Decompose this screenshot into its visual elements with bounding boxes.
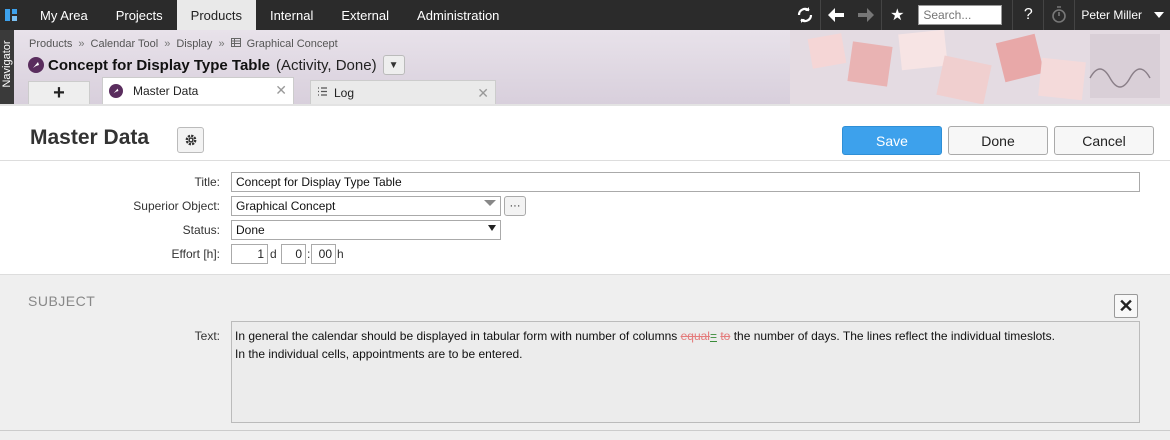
add-tab-button[interactable]: +	[28, 81, 90, 104]
nav-tab-external[interactable]: External	[327, 0, 403, 30]
top-navigation-bar: My Area Projects Products Internal Exter…	[0, 0, 1170, 30]
table-icon	[230, 38, 241, 50]
stopwatch-icon[interactable]	[1044, 0, 1074, 30]
save-button[interactable]: Save	[842, 126, 942, 155]
subject-text-editor[interactable]: In general the calendar should be displa…	[231, 321, 1140, 423]
object-header: Products » Calendar Tool » Display » Gra…	[14, 30, 1170, 104]
chevron-down-icon[interactable]	[484, 199, 496, 210]
breadcrumb-separator: »	[164, 38, 171, 50]
close-subject-button[interactable]: ✕	[1114, 294, 1138, 318]
app-logo-icon[interactable]	[4, 8, 18, 22]
chevron-down-icon[interactable]	[488, 223, 496, 234]
help-button[interactable]: ?	[1013, 0, 1043, 30]
superior-object-browse-button[interactable]: ···	[504, 196, 526, 216]
nav-tab-projects[interactable]: Projects	[102, 0, 177, 30]
navigator-toggle[interactable]: Navigator	[0, 30, 14, 104]
user-name[interactable]: Peter Miller	[1075, 8, 1148, 22]
refresh-icon[interactable]	[790, 0, 820, 30]
tab-master-data[interactable]: Master Data ✕	[102, 77, 294, 104]
back-arrow-icon[interactable]	[821, 0, 851, 30]
section-divider	[0, 274, 1170, 275]
header-divider	[0, 104, 1170, 106]
header-decorative-image	[790, 30, 1170, 104]
status-value: Done	[236, 223, 265, 237]
close-tab-icon[interactable]: ✕	[477, 85, 489, 102]
effort-hours-unit: h	[337, 247, 344, 261]
favorites-star-icon[interactable]: ★	[882, 0, 912, 30]
title-row: Concept for Display Type Table (Activity…	[28, 55, 405, 75]
forward-arrow-icon[interactable]	[851, 0, 881, 30]
effort-days-input[interactable]: 1	[231, 244, 268, 264]
close-tab-icon[interactable]: ✕	[275, 82, 287, 99]
page-title: Concept for Display Type Table	[48, 56, 270, 74]
breadcrumb-separator: »	[78, 38, 85, 50]
section-title: Master Data	[30, 126, 150, 149]
text-label: Text:	[194, 329, 220, 343]
tab-master-data-label: Master Data	[133, 84, 199, 98]
user-menu-chevron-icon[interactable]	[1148, 0, 1170, 30]
breadcrumb-graphical-concept[interactable]: Graphical Concept	[247, 38, 338, 50]
status-label: Status:	[182, 223, 220, 237]
subject-text-line1-start: In general the calendar should be displa…	[235, 329, 681, 343]
subject-text-line2: In the individual cells, appointments ar…	[235, 347, 523, 361]
inserted-text: =	[709, 329, 717, 343]
page-subtitle: (Activity, Done)	[275, 56, 377, 74]
nav-tab-internal[interactable]: Internal	[256, 0, 327, 30]
superior-object-value: Graphical Concept	[236, 199, 336, 213]
effort-label: Effort [h]:	[171, 247, 220, 261]
breadcrumb-display[interactable]: Display	[176, 38, 212, 50]
effort-colon: :	[307, 247, 311, 261]
status-select[interactable]: Done	[231, 220, 501, 240]
effort-hours-input[interactable]: 0	[281, 244, 306, 264]
breadcrumb-calendar-tool[interactable]: Calendar Tool	[91, 38, 159, 50]
activity-icon	[109, 84, 123, 98]
tab-log[interactable]: Log ✕	[310, 80, 496, 104]
deleted-text: to	[720, 329, 731, 343]
breadcrumb-separator: »	[218, 38, 225, 50]
title-menu-chevron-icon[interactable]: ▼	[382, 55, 405, 75]
search-input[interactable]	[918, 5, 1003, 25]
tab-log-label: Log	[334, 85, 355, 100]
document-tabs: + Master Data ✕ Log ✕	[28, 77, 496, 104]
nav-tab-products[interactable]: Products	[176, 0, 256, 30]
list-icon	[317, 85, 328, 100]
title-field[interactable]: Concept for Display Type Table	[231, 172, 1140, 192]
footer-divider	[0, 430, 1170, 431]
activity-icon	[28, 57, 44, 73]
subject-text-line1-end: the number of days. The lines reflect th…	[733, 329, 1055, 343]
effort-minutes-input[interactable]: 00	[311, 244, 336, 264]
effort-days-unit: d	[270, 247, 277, 261]
title-label: Title:	[194, 175, 220, 189]
cancel-button[interactable]: Cancel	[1054, 126, 1154, 155]
deleted-text: equal	[680, 329, 710, 343]
superior-object-field[interactable]: Graphical Concept	[231, 196, 501, 216]
done-button[interactable]: Done	[948, 126, 1048, 155]
breadcrumb: Products » Calendar Tool » Display » Gra…	[29, 38, 338, 50]
superior-object-label: Superior Object:	[133, 199, 220, 213]
settings-gear-icon[interactable]	[177, 127, 204, 153]
nav-tab-administration[interactable]: Administration	[403, 0, 513, 30]
navigator-label: Navigator	[1, 40, 13, 88]
topbar-tools: ★ ? Peter Miller	[790, 0, 1170, 30]
breadcrumb-products[interactable]: Products	[29, 38, 72, 50]
subject-title: SUBJECT	[28, 293, 96, 309]
section-divider	[0, 160, 1170, 161]
nav-tab-my-area[interactable]: My Area	[26, 0, 102, 30]
